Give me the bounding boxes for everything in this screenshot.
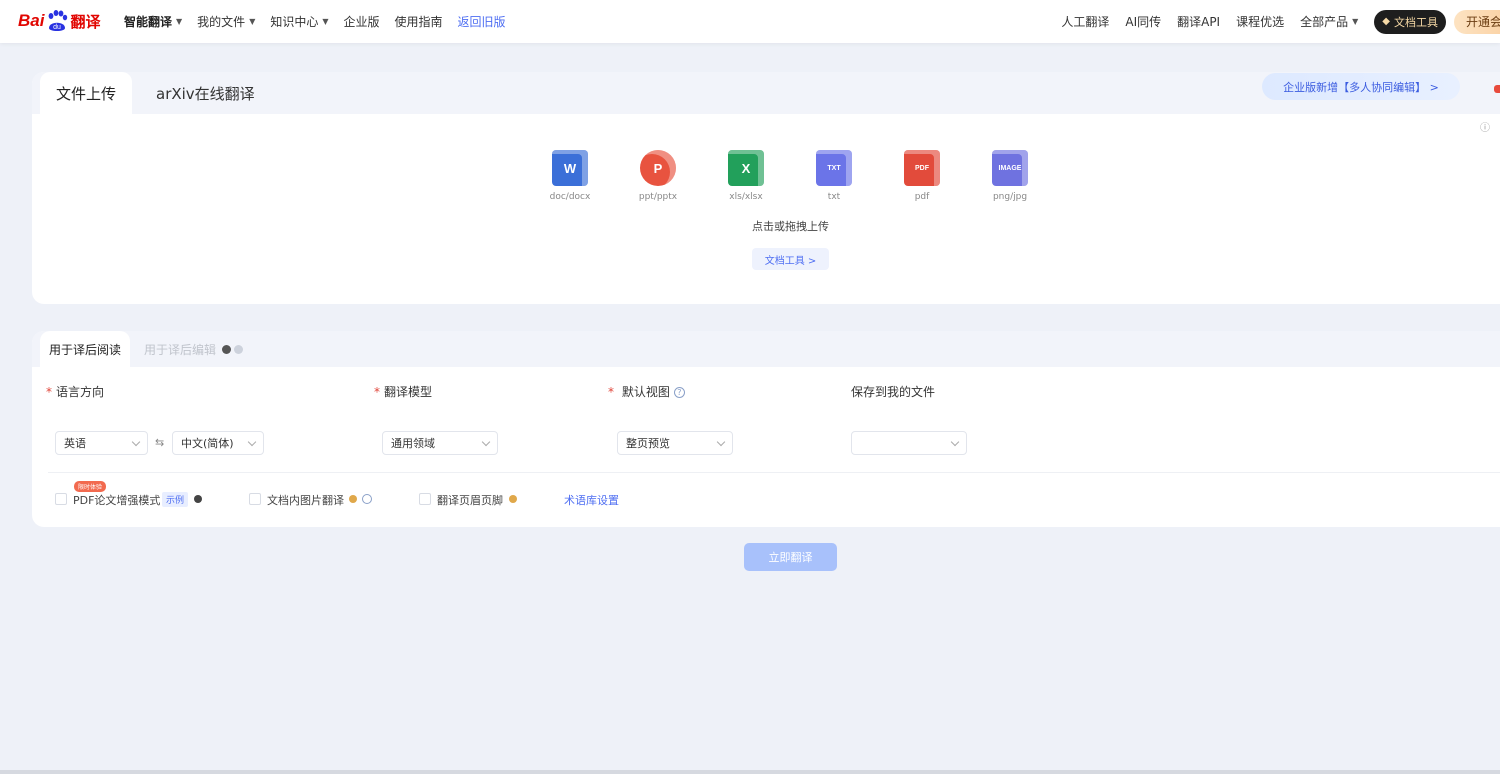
word-icon: W [552, 150, 588, 186]
limited-trial-badge: 限时体验 [74, 481, 107, 492]
caret-down-icon: ▼ [322, 17, 329, 26]
chevron-down-icon [481, 437, 491, 447]
nav-left-menu: 智能翻译 ▼ 我的文件 ▼ 知识中心 ▼ 企业版 使用指南 返回旧版 [124, 0, 521, 43]
file-type-3: TXT txt [804, 150, 864, 202]
powerpoint-icon: P [640, 150, 676, 186]
save-folder-select[interactable] [851, 431, 967, 455]
chevron-down-icon [716, 437, 726, 447]
image-icon: IMAGE [992, 150, 1028, 186]
tab-arxiv-translate[interactable]: arXiv在线翻译 [156, 72, 255, 114]
file-type-label: xls/xlsx [729, 192, 763, 202]
file-type-label: pdf [914, 192, 930, 202]
vip-button[interactable]: 开通会员 [1454, 9, 1500, 34]
file-type-label: ppt/pptx [638, 192, 678, 202]
diamond-icon: ◆ [1382, 16, 1390, 27]
tab-post-editing[interactable]: 用于译后编辑 [144, 331, 244, 367]
nav-human-translate[interactable]: 人工翻译 [1061, 13, 1109, 30]
svg-text:du: du [54, 24, 62, 31]
swap-languages-icon[interactable]: ⇆ [155, 436, 164, 449]
file-type-label: txt [827, 192, 841, 202]
term-base-settings-link[interactable]: 术语库设置 [564, 492, 619, 508]
nav-right-menu: 人工翻译 AI同传 翻译API 课程优选 全部产品▼ ◆ 文档工具 开通会员 [1061, 0, 1500, 43]
header-footer-label: 翻译页眉页脚 [437, 494, 503, 507]
pdf-enhance-label: PDF论文增强模式 [73, 494, 161, 507]
nav-all-products[interactable]: 全部产品 ▼ [1300, 13, 1358, 30]
info-dot-icon [194, 495, 202, 503]
help-icon[interactable]: ⓘ [1480, 119, 1490, 134]
file-type-2: Xxls/xlsx [716, 150, 776, 202]
caret-down-icon: ▼ [1352, 17, 1359, 26]
vip-crown-icon [349, 495, 357, 503]
red-badge-icon [1494, 85, 1500, 93]
help-icon[interactable]: ? [673, 387, 685, 398]
tab-file-upload[interactable]: 文件上传 [40, 72, 132, 114]
file-type-4: PDF pdf [892, 150, 952, 202]
file-type-0: Wdoc/docx [540, 150, 600, 202]
logo-text-bai: Bai [18, 11, 45, 30]
header-footer-checkbox[interactable] [419, 493, 431, 505]
translation-model-label: * 翻译模型 [374, 385, 433, 399]
enterprise-banner[interactable]: 企业版新增【多人协同编辑】 > [1262, 73, 1460, 100]
document-tools-button[interactable]: 文档工具 > [752, 248, 829, 270]
help-icon[interactable] [362, 494, 372, 504]
info-dot-icon [222, 344, 232, 354]
nav-user-guide[interactable]: 使用指南 [395, 13, 443, 30]
vip-label: 开通会员 [1466, 15, 1500, 29]
caret-down-icon: ▼ [249, 17, 256, 26]
file-type-1: Pppt/pptx [628, 150, 688, 202]
demo-link[interactable]: 示例 [162, 492, 189, 507]
doc-tools-button[interactable]: ◆ 文档工具 [1374, 9, 1446, 34]
image-translate-label: 文档内图片翻译 [267, 494, 344, 507]
nav-smart-translate[interactable]: 智能翻译 ▼ [124, 13, 182, 30]
logo-text-fanyi: 翻译 [70, 12, 101, 31]
tab-post-reading[interactable]: 用于译后阅读 [40, 331, 130, 367]
translation-model-select[interactable]: 通用领域 [382, 431, 498, 455]
nav-translate-api[interactable]: 翻译API [1177, 13, 1220, 30]
baidu-fanyi-logo[interactable]: Bai du 翻译 [18, 6, 102, 36]
nav-ai-interpret[interactable]: AI同传 [1125, 13, 1161, 30]
nav-back-old-version[interactable]: 返回旧版 [458, 13, 506, 30]
divider [48, 472, 1500, 473]
excel-icon: X [728, 150, 764, 186]
target-language-select[interactable]: 中文(简体) [172, 431, 264, 455]
language-direction-label: * 语言方向 [46, 385, 105, 399]
save-to-files-label: 保存到我的文件 [851, 385, 936, 399]
chevron-down-icon [950, 437, 960, 447]
image-translate-checkbox[interactable] [249, 493, 261, 505]
help-icon[interactable] [234, 344, 244, 354]
bottom-scrollbar [0, 770, 1500, 774]
settings-tabbar: 用于译后阅读 用于译后编辑 [32, 331, 1500, 367]
nav-knowledge-center[interactable]: 知识中心 ▼ [270, 13, 328, 30]
caret-down-icon: ▼ [176, 17, 183, 26]
source-language-select[interactable]: 英语 [55, 431, 148, 455]
top-nav: Bai du 翻译 智能翻译 ▼ 我的文件 ▼ 知识中心 ▼ 企业版 使用指南 返回旧… [0, 0, 1500, 43]
chevron-down-icon [131, 437, 141, 447]
translate-now-button[interactable]: 立即翻译 [744, 543, 837, 571]
file-type-list: Wdoc/docx Pppt/pptx Xxls/xlsx TXT txt PDF pdf I… [540, 150, 1050, 206]
file-type-label: png/jpg [992, 192, 1028, 202]
txt-icon: TXT [816, 150, 852, 186]
nav-enterprise[interactable]: 企业版 [344, 13, 380, 30]
vip-crown-icon [509, 495, 517, 503]
pdf-icon: PDF [904, 150, 940, 186]
file-type-5: IMAGE png/jpg [980, 150, 1040, 202]
doc-tools-label: 文档工具 [1394, 15, 1438, 29]
nav-courses[interactable]: 课程优选 [1236, 13, 1284, 30]
default-view-label: * 默认视图? [608, 383, 685, 400]
pdf-enhance-checkbox[interactable] [55, 493, 67, 505]
nav-my-files[interactable]: 我的文件 ▼ [197, 13, 255, 30]
tab-post-editing-label: 用于译后编辑 [144, 342, 217, 357]
default-view-select[interactable]: 整页预览 [617, 431, 733, 455]
chevron-down-icon [247, 437, 257, 447]
file-type-label: doc/docx [549, 192, 591, 202]
baidu-paw-icon: du [45, 9, 69, 33]
